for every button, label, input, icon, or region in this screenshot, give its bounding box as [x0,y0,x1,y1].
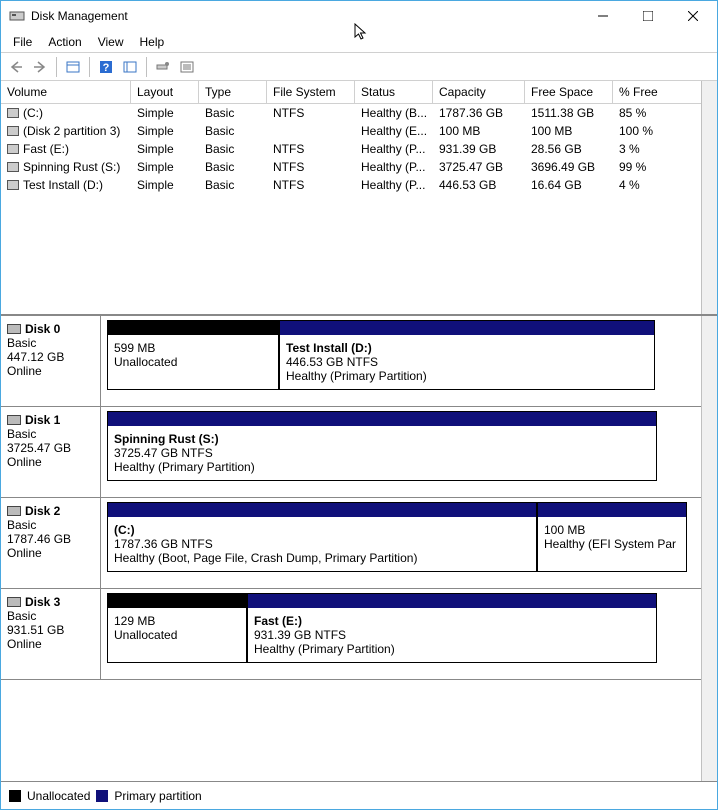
menu-help[interactable]: Help [132,33,173,51]
partition-primary[interactable]: Spinning Rust (S:)3725.47 GB NTFSHealthy… [107,411,657,481]
col-volume[interactable]: Volume [1,81,131,103]
partition-header [248,594,656,608]
partition-header [280,321,654,335]
menubar: File Action View Help [1,31,717,53]
toolbar-view-icon[interactable] [62,56,84,78]
disk-scrollbar[interactable] [701,316,717,781]
disk-row: Disk 0Basic447.12 GBOnline599 MBUnalloca… [1,316,701,407]
partition-header [108,321,278,335]
volume-row[interactable]: Fast (E:)SimpleBasicNTFSHealthy (P...931… [1,140,701,158]
disk-info[interactable]: Disk 2Basic1787.46 GBOnline [1,498,101,588]
volume-icon [7,144,19,154]
disk-icon [7,506,21,516]
disk-info[interactable]: Disk 0Basic447.12 GBOnline [1,316,101,406]
close-button[interactable] [670,2,715,31]
disk-info[interactable]: Disk 1Basic3725.47 GBOnline [1,407,101,497]
disk-icon [7,597,21,607]
col-type[interactable]: Type [199,81,267,103]
minimize-button[interactable] [580,2,625,31]
disk-row: Disk 1Basic3725.47 GBOnlineSpinning Rust… [1,407,701,498]
disk-icon [7,324,21,334]
toolbar-props-icon[interactable] [176,56,198,78]
partition-header [108,412,656,426]
col-status[interactable]: Status [355,81,433,103]
partition-primary[interactable]: (C:)1787.36 GB NTFSHealthy (Boot, Page F… [107,502,537,572]
volume-icon [7,162,19,172]
partition-header [108,503,536,517]
back-button[interactable] [5,56,27,78]
disk-graphical-view[interactable]: Disk 0Basic447.12 GBOnline599 MBUnalloca… [1,315,717,781]
volume-icon [7,126,19,136]
menu-view[interactable]: View [90,33,132,51]
col-filesystem[interactable]: File System [267,81,355,103]
titlebar[interactable]: Disk Management [1,1,717,31]
window-title: Disk Management [31,9,580,23]
legend-primary: Primary partition [114,789,201,803]
col-pct-free[interactable]: % Free [613,81,688,103]
disk-info[interactable]: Disk 3Basic931.51 GBOnline [1,589,101,679]
volume-row[interactable]: Test Install (D:)SimpleBasicNTFSHealthy … [1,176,701,194]
disk-row: Disk 3Basic931.51 GBOnline129 MBUnalloca… [1,589,701,680]
toolbar: ? [1,53,717,81]
volume-row[interactable]: Spinning Rust (S:)SimpleBasicNTFSHealthy… [1,158,701,176]
partition-unallocated[interactable]: 129 MBUnallocated [107,593,247,663]
disk-icon [7,415,21,425]
toolbar-list-icon[interactable] [119,56,141,78]
menu-action[interactable]: Action [40,33,89,51]
disk-row: Disk 2Basic1787.46 GBOnline(C:)1787.36 G… [1,498,701,589]
col-free[interactable]: Free Space [525,81,613,103]
col-capacity[interactable]: Capacity [433,81,525,103]
legend: Unallocated Primary partition [1,781,717,809]
volume-row[interactable]: (C:)SimpleBasicNTFSHealthy (B...1787.36 … [1,104,701,122]
partition-primary[interactable]: Test Install (D:)446.53 GB NTFSHealthy (… [279,320,655,390]
partition-primary[interactable]: Fast (E:)931.39 GB NTFSHealthy (Primary … [247,593,657,663]
legend-swatch-primary [96,790,108,802]
svg-text:?: ? [103,62,110,74]
legend-unallocated: Unallocated [27,789,90,803]
volume-list[interactable]: Volume Layout Type File System Status Ca… [1,81,717,315]
partition-unallocated[interactable]: 599 MBUnallocated [107,320,279,390]
col-layout[interactable]: Layout [131,81,199,103]
volume-scrollbar[interactable] [701,81,717,314]
forward-button[interactable] [29,56,51,78]
legend-swatch-unallocated [9,790,21,802]
volume-row[interactable]: (Disk 2 partition 3)SimpleBasicHealthy (… [1,122,701,140]
toolbar-settings-icon[interactable] [152,56,174,78]
partition-primary[interactable]: 100 MBHealthy (EFI System Par [537,502,687,572]
partition-header [538,503,686,517]
volume-icon [7,180,19,190]
app-icon [9,8,25,24]
volume-list-header: Volume Layout Type File System Status Ca… [1,81,701,104]
menu-file[interactable]: File [5,33,40,51]
help-icon[interactable]: ? [95,56,117,78]
partition-header [108,594,246,608]
volume-icon [7,108,19,118]
maximize-button[interactable] [625,2,670,31]
